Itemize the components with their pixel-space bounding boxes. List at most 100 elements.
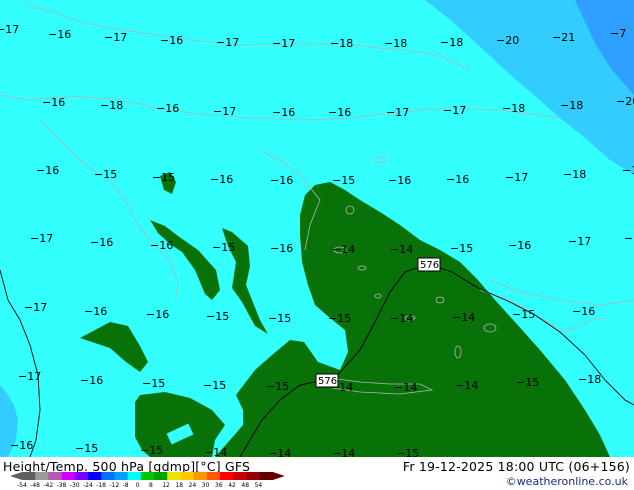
legend-swatch [127, 472, 142, 480]
legend-swatch [61, 472, 76, 480]
temperature-label: −14 [268, 447, 291, 457]
temperature-label: −15 [512, 308, 535, 321]
legend-swatch [193, 472, 208, 480]
legend-swatch [246, 472, 261, 480]
legend-tick-label: 12 [162, 482, 170, 489]
temperature-label: −18 [560, 99, 583, 112]
temperature-label: −15 [266, 380, 289, 393]
color-legend: -54 -48 -42 -38 -30 -24 -18 -12 -8 0 8 12 18 24 30 36 42… [10, 472, 285, 489]
legend-tick-label: -24 [83, 482, 93, 489]
legend-swatch [74, 472, 89, 480]
temperature-label: −15 [332, 174, 355, 187]
temperature-label: −16 [328, 106, 351, 119]
temperature-label: −17 [24, 301, 47, 314]
legend-tick-label: -12 [109, 482, 119, 489]
temperature-label: −16 [272, 106, 295, 119]
temperature-label: −16 [84, 305, 107, 318]
temperature-label: −17 [568, 235, 591, 248]
temperature-label: −16 [270, 174, 293, 187]
temperature-label: −14 [332, 243, 355, 256]
temperature-label: −16 [270, 242, 293, 255]
temperature-label: −17 [18, 370, 41, 383]
temperature-label: −14 [452, 311, 475, 324]
svg-text:576: 576 [420, 260, 439, 271]
legend-swatch [220, 472, 234, 480]
temperature-label: −15 [516, 376, 539, 389]
temperature-label: −15 [94, 168, 117, 181]
legend-tick-label: -38 [57, 482, 67, 489]
legend-tick-label: 8 [149, 482, 153, 489]
legend-swatch [206, 472, 221, 480]
legend-swatch [101, 472, 115, 480]
temperature-label: −18 [578, 373, 601, 386]
temperature-label: −1 [624, 232, 634, 245]
temperature-label: −20 [616, 95, 634, 108]
temperature-label: −18 [563, 168, 586, 181]
credit-link[interactable]: ©weatheronline.co.uk [506, 475, 628, 488]
legend-swatch [88, 472, 102, 480]
temperature-label: −16 [146, 308, 169, 321]
temperature-label: −14 [332, 447, 355, 457]
legend-tick-label: 54 [255, 482, 263, 489]
temperature-label: −20 [496, 34, 519, 47]
temperature-label: −17 [213, 105, 236, 118]
temperature-label: −15 [206, 310, 229, 323]
legend-tick-label: -42 [43, 482, 53, 489]
footer-bar: Height/Temp. 500 hPa [gdmp][°C] GFS Fr 1… [0, 457, 634, 490]
legend-swatch [259, 472, 274, 480]
temperature-label: −16 [210, 173, 233, 186]
legend-swatch [114, 472, 129, 480]
temperature-label: −18 [384, 37, 407, 50]
temperature-label: −15 [203, 379, 226, 392]
temperature-label: −15 [396, 447, 419, 457]
temperature-label: −16 [388, 174, 411, 187]
legend-tick-label: 18 [175, 482, 183, 489]
temperature-label: −16 [572, 305, 595, 318]
temperature-label: −16 [156, 102, 179, 115]
temperature-label: −14 [204, 446, 227, 457]
legend-swatch [35, 472, 49, 480]
temperature-label: −15 [328, 312, 351, 325]
temperature-label: −18 [622, 164, 634, 177]
legend-swatch [180, 472, 195, 480]
legend-arrow-left [10, 472, 22, 480]
temperature-label: −18 [502, 102, 525, 115]
temperature-label: −16 [508, 239, 531, 252]
legend-tick-label: 48 [241, 482, 249, 489]
temperature-label: −16 [160, 34, 183, 47]
temperature-label: −14 [390, 312, 413, 325]
temperature-label: −18 [440, 36, 463, 49]
temperature-label: −14 [394, 381, 417, 394]
temperature-label: −16 [10, 439, 33, 452]
map-canvas: 576576 −17 −16 −17 −16 −17 −17 −18 −18 −18 −20 −21… [0, 0, 634, 457]
legend-tick-label: 0 [136, 482, 140, 489]
temperature-label: −15 [212, 241, 235, 254]
temperature-label: −16 [48, 28, 71, 41]
temperature-label: −15 [152, 171, 175, 184]
legend-swatch [154, 472, 168, 480]
temperature-label: −21 [552, 31, 575, 44]
legend-tick-label: -54 [17, 482, 27, 489]
temperature-label: −15 [450, 242, 473, 255]
legend-swatch [140, 472, 155, 480]
legend-tick-label: 24 [189, 482, 197, 489]
temperature-label: −15 [140, 444, 163, 457]
temperature-label: −17 [272, 37, 295, 50]
temperature-label: −17 [505, 171, 528, 184]
legend-swatch [233, 472, 247, 480]
legend-tick-label: 42 [228, 482, 236, 489]
temperature-label: −16 [80, 374, 103, 387]
valid-time: Fr 19-12-2025 18:00 UTC (06+156) [402, 459, 630, 474]
temperature-label: −18 [330, 37, 353, 50]
temperature-label: −14 [330, 381, 353, 394]
temperature-label: −17 [443, 104, 466, 117]
temperature-label: −14 [390, 243, 413, 256]
temperature-label: −14 [455, 379, 478, 392]
temperature-label: −15 [268, 312, 291, 325]
legend-swatch [22, 472, 36, 480]
legend-swatch [48, 472, 63, 480]
temperature-label: −16 [36, 164, 59, 177]
temperature-label: −16 [446, 173, 469, 186]
legend-tick-label: -30 [70, 482, 80, 489]
legend-tick-label: -18 [96, 482, 106, 489]
